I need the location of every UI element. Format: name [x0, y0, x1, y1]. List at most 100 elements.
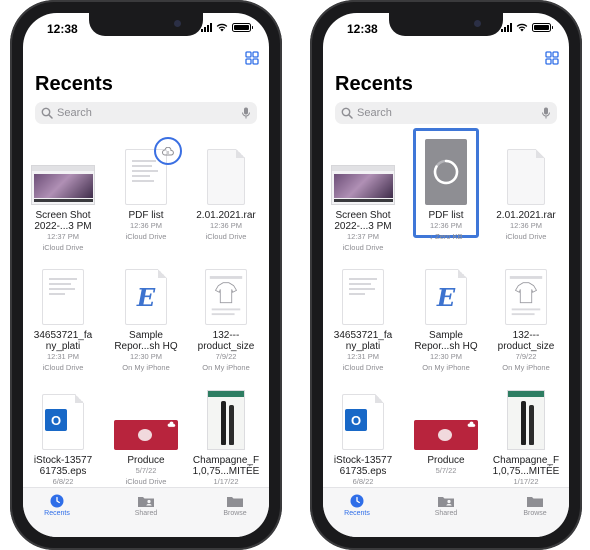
icloud-download-icon [162, 146, 174, 155]
file-item-product-size[interactable]: 132--- product_size 7/9/22 On My iPhone [186, 263, 266, 373]
tab-recents[interactable]: Recents [327, 494, 387, 517]
tab-label: Recents [344, 510, 370, 517]
phone-left: 12:38 Recents Screen Shot 2 [10, 0, 282, 550]
status-icons [501, 23, 553, 32]
notch [389, 13, 503, 36]
download-cloud-highlight[interactable] [154, 137, 182, 165]
screenshot-thumbnail [31, 165, 95, 205]
file-thumbnail [323, 263, 403, 325]
file-item-sample-report[interactable]: E Sample Repor...sh HQ 12:30 PM On My iP… [406, 263, 486, 373]
file-item-pdf-list-downloading[interactable]: PDF list 12:36 PM ↓ Zero KB [406, 133, 486, 242]
folder-icon [227, 497, 243, 507]
status-time: 12:38 [47, 22, 78, 36]
clock-icon [50, 494, 64, 508]
file-thumbnail [406, 388, 486, 450]
file-name: 34653721_fa [33, 330, 93, 341]
file-item-champagne[interactable]: Champagne_F 1,0,75...MITÉE 1/17/22 [486, 388, 566, 487]
file-date: 6/8/22 [352, 477, 374, 486]
battery-icon [532, 23, 553, 32]
status-icons [201, 23, 253, 32]
produce-thumbnail [114, 420, 178, 450]
file-location: iCloud Drive [342, 243, 384, 252]
cellular-signal-icon [501, 23, 512, 32]
notch [89, 13, 203, 36]
file-name: Champagne_F [492, 455, 560, 466]
search-bar[interactable] [335, 102, 557, 124]
file-thumbnail: O [323, 388, 403, 450]
file-item-pdf-list[interactable]: PDF list 12:36 PM iCloud Drive [106, 137, 186, 242]
file-name: 2.01.2021.rar [496, 210, 556, 221]
document-thumbnail [42, 269, 84, 325]
file-thumbnail [106, 388, 186, 450]
file-date: 6/8/22 [52, 477, 74, 486]
file-name: iStock-13577 [333, 455, 393, 466]
grid-view-icon[interactable] [245, 51, 259, 65]
file-location: iCloud Drive [505, 232, 547, 241]
file-name-line2: ny_plati [45, 341, 81, 352]
file-item-istock[interactable]: O iStock-13577 61735.eps 6/8/22 [323, 388, 403, 487]
search-bar[interactable] [35, 102, 257, 124]
tab-browse[interactable]: Browse [505, 494, 565, 517]
produce-thumbnail [414, 420, 478, 450]
wifi-icon [516, 23, 528, 32]
file-item-screenshot[interactable]: Screen Shot 2022-...3 PM 12:37 PM iCloud… [23, 143, 103, 253]
file-thumbnail [23, 143, 103, 205]
file-date: 5/7/22 [135, 466, 157, 475]
file-date: 12:36 PM [209, 221, 243, 230]
file-date: 12:36 PM [509, 221, 543, 230]
shared-folder-icon [438, 497, 454, 507]
file-item-34653721[interactable]: 34653721_fa ny_plati 12:31 PM iCloud Dri… [23, 263, 103, 373]
file-item-produce[interactable]: Produce 5/7/22 [406, 388, 486, 476]
champagne-thumbnail [507, 390, 545, 450]
page-title: Recents [35, 73, 113, 95]
screenshot-thumbnail [331, 165, 395, 205]
search-input[interactable] [357, 107, 541, 119]
file-item-34653721[interactable]: 34653721_fa ny_plati 12:31 PM iCloud Dri… [323, 263, 403, 373]
file-location: On My iPhone [502, 363, 550, 372]
file-name: 132--- [512, 330, 540, 341]
microphone-icon[interactable] [241, 107, 251, 119]
search-input[interactable] [57, 107, 241, 119]
file-thumbnail [186, 388, 266, 450]
file-thumbnail: E [106, 263, 186, 325]
file-location: On My iPhone [122, 363, 170, 372]
tab-label: Shared [134, 510, 158, 517]
file-item-istock[interactable]: O iStock-13577 61735.eps 6/8/22 [23, 388, 103, 487]
file-item-product-size[interactable]: 132--- product_size 7/9/22 On My iPhone [486, 263, 566, 373]
file-item-sample-report[interactable]: E Sample Repor...sh HQ 12:30 PM On My iP… [106, 263, 186, 373]
file-date: 12:36 PM [429, 221, 463, 230]
file-item-rar[interactable]: 2.01.2021.rar 12:36 PM iCloud Drive [486, 143, 566, 242]
file-name-line2: 1,0,75...MITÉE [192, 466, 260, 477]
tab-label: Recents [44, 510, 70, 517]
grid-view-icon[interactable] [545, 51, 559, 65]
tab-browse[interactable]: Browse [205, 494, 265, 517]
file-item-produce[interactable]: Produce 5/7/22 iCloud Drive [106, 388, 186, 487]
tab-label: Browse [523, 510, 547, 517]
file-date: 12:30 PM [429, 352, 463, 361]
search-icon [41, 107, 53, 119]
file-date: 12:31 PM [346, 352, 380, 361]
tab-shared[interactable]: Shared [116, 494, 176, 517]
file-date: 12:37 PM [46, 232, 80, 241]
file-thumbnail [186, 263, 266, 325]
file-size-status: ↓ Zero KB [429, 232, 463, 241]
file-location: iCloud Drive [205, 232, 247, 241]
file-name-line2: 2022-...3 PM [334, 221, 392, 232]
champagne-thumbnail [207, 390, 245, 450]
file-name: PDF list [128, 210, 164, 221]
tab-bar: Recents Shared Browse [323, 487, 569, 537]
file-thumbnail [406, 133, 486, 205]
tab-recents[interactable]: Recents [27, 494, 87, 517]
file-item-screenshot[interactable]: Screen Shot 2022-...3 PM 12:37 PM iCloud… [323, 143, 403, 253]
file-thumbnail [486, 263, 566, 325]
file-date: 1/17/22 [213, 477, 239, 486]
file-date: 12:37 PM [346, 232, 380, 241]
file-name-line2: ny_plati [345, 341, 381, 352]
file-item-champagne[interactable]: Champagne_F 1,0,75...MITÉE 1/17/22 [186, 388, 266, 487]
file-name: iStock-13577 [33, 455, 93, 466]
cellular-signal-icon [201, 23, 212, 32]
tab-shared[interactable]: Shared [416, 494, 476, 517]
file-item-rar[interactable]: 2.01.2021.rar 12:36 PM iCloud Drive [186, 143, 266, 242]
file-thumbnail [23, 263, 103, 325]
microphone-icon[interactable] [541, 107, 551, 119]
